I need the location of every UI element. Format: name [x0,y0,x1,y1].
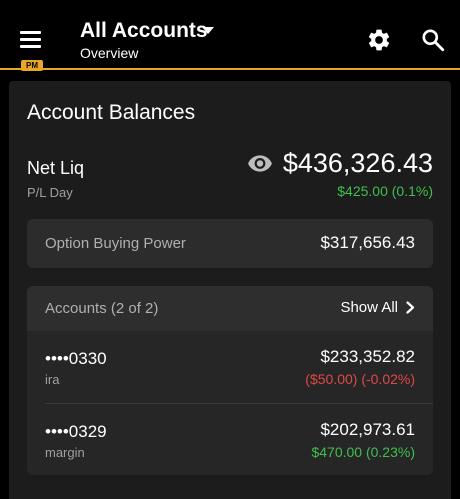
divider [45,403,433,404]
account-row[interactable]: ••••0329 margin $202,973.61 $470.00 (0.2… [27,405,433,475]
option-buying-power-label: Option Buying Power [45,235,186,252]
option-buying-power-card: Option Buying Power $317,656.43 [27,219,433,268]
pl-day-label: P/L Day [27,185,73,200]
chevron-right-icon [406,301,415,314]
account-balance: $202,973.61 [320,420,415,439]
account-selector-title[interactable]: All Accounts [80,19,208,43]
account-type: margin [45,445,85,460]
accounts-card: Accounts (2 of 2) Show All ••••0330 ira … [27,286,433,475]
pl-day-value: $425.00 (0.1%) [337,183,433,199]
account-pl: $470.00 (0.23%) [311,444,415,460]
net-liq-label: Net Liq [27,158,85,178]
account-pl: ($50.00) (-0.02%) [305,371,415,387]
accounts-header: Accounts (2 of 2) Show All [27,286,433,331]
accounts-count-label: Accounts (2 of 2) [45,300,159,317]
account-number: ••••0329 [45,422,107,441]
show-all-label: Show All [340,299,398,316]
account-balance: $233,352.82 [320,347,415,366]
chevron-down-icon[interactable] [202,27,214,34]
option-buying-power-value: $317,656.43 [320,233,415,252]
pm-badge: PM [21,60,43,71]
net-liq-value: $436,326.43 [282,148,433,178]
account-type: ira [45,372,60,387]
show-all-button[interactable]: Show All [340,299,415,316]
section-title: Account Balances [27,101,196,124]
search-icon[interactable] [420,27,446,53]
eye-icon[interactable] [247,154,273,174]
account-selector-subtitle: Overview [80,45,139,61]
menu-icon[interactable] [19,31,43,49]
app-bar: PM All Accounts Overview [0,0,460,71]
account-row[interactable]: ••••0330 ira $233,352.82 ($50.00) (-0.02… [27,332,433,404]
gear-icon[interactable] [366,27,392,53]
account-number: ••••0330 [45,349,107,368]
